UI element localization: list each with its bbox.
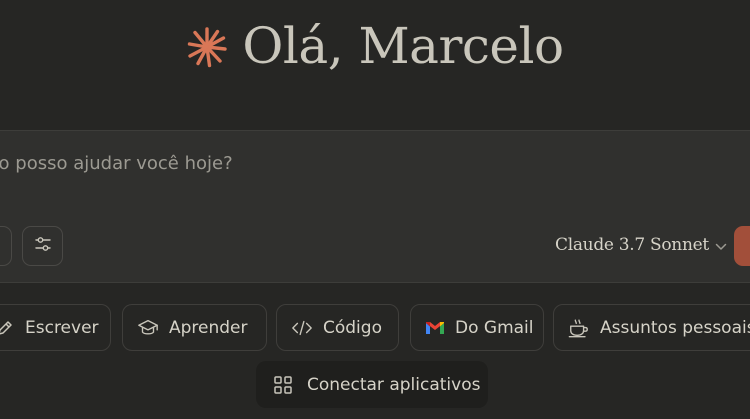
action-escrever-button[interactable]: Escrever [0,304,111,351]
model-name: Claude 3.7 Sonnet [555,235,709,255]
greeting: Olá, Marcelo [0,14,750,78]
greeting-title: Olá, Marcelo [242,17,564,75]
action-label: Assuntos pessoais [600,317,750,338]
code-icon [291,317,313,339]
graduation-cap-icon [137,317,159,339]
action-aprender-button[interactable]: Aprender [122,304,267,351]
connect-apps-label: Conectar aplicativos [307,374,481,395]
attach-button[interactable] [0,226,12,266]
settings-button[interactable] [22,226,63,266]
connect-apps-button[interactable]: Conectar aplicativos [256,361,488,408]
pencil-icon [0,317,15,339]
message-composer[interactable]: mo posso ajudar você hoje? Claude 3.7 So… [0,130,750,283]
apps-grid-icon [272,374,294,396]
claude-spark-icon [186,26,228,68]
action-assuntos-pessoais-button[interactable]: Assuntos pessoais [553,304,750,351]
send-button[interactable] [734,226,750,266]
action-codigo-button[interactable]: Código [276,304,399,351]
chevron-down-icon [715,236,727,255]
gmail-icon [425,317,445,339]
action-label: Escrever [25,317,99,338]
prompt-input[interactable]: mo posso ajudar você hoje? [0,153,233,174]
action-gmail-button[interactable]: Do Gmail [410,304,544,351]
action-label: Do Gmail [455,317,534,338]
action-label: Aprender [169,317,248,338]
model-selector[interactable]: Claude 3.7 Sonnet [555,235,727,255]
chat-home: Olá, Marcelo mo posso ajudar você hoje? … [0,0,750,419]
coffee-cup-icon [568,317,590,339]
sliders-icon [34,235,52,257]
action-label: Código [323,317,382,338]
